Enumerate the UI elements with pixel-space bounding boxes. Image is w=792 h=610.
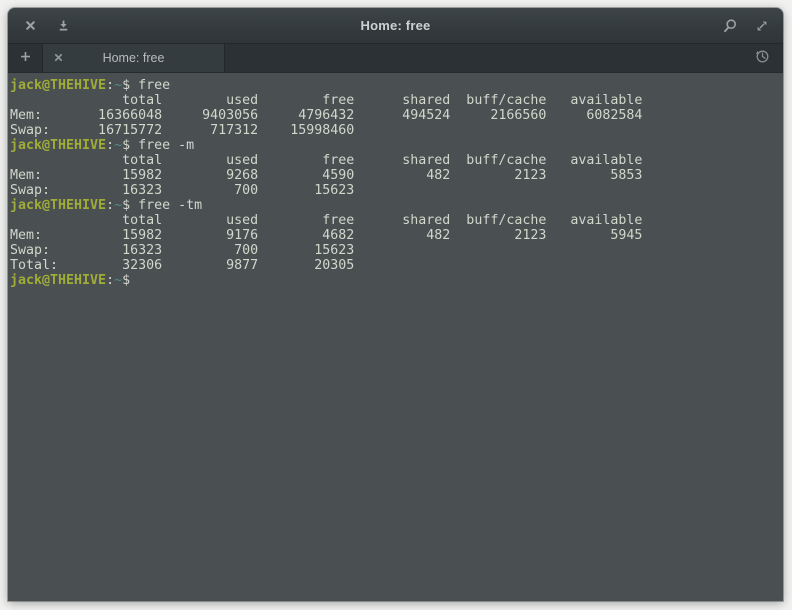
command-text: free	[138, 78, 170, 93]
window-title: Home: free	[8, 18, 783, 33]
prompt-symbol: $	[122, 78, 130, 93]
prompt-path: ~	[114, 78, 122, 93]
prompt-user-host: jack@THEHIVE	[10, 198, 106, 213]
minimize-icon	[57, 19, 70, 32]
tab-close-button[interactable]	[50, 50, 66, 66]
history-icon	[754, 48, 771, 68]
command-text: free -m	[138, 138, 194, 153]
prompt-separator: :	[106, 198, 114, 213]
output-line: total used free shared buff/cache availa…	[10, 213, 783, 228]
tab-label: Home: free	[43, 51, 224, 65]
desktop-background: Home: free	[0, 0, 792, 610]
output-line: Mem: 15982 9176 4682 482 2123 5945	[10, 228, 783, 243]
output-line: Mem: 16366048 9403056 4796432 494524 216…	[10, 108, 783, 123]
maximize-button[interactable]	[754, 18, 770, 34]
prompt-separator: :	[106, 273, 114, 288]
prompt-user-host: jack@THEHIVE	[10, 78, 106, 93]
tab-home-free[interactable]: Home: free	[42, 44, 225, 72]
window-close-button[interactable]	[22, 18, 38, 34]
output-line: Total: 32306 9877 20305	[10, 258, 783, 273]
plus-icon	[19, 50, 32, 66]
prompt-separator: :	[106, 138, 114, 153]
prompt-symbol: $	[122, 198, 130, 213]
close-icon	[24, 19, 37, 32]
prompt-line: jack@THEHIVE:~$ free -m	[10, 138, 783, 153]
prompt-line: jack@THEHIVE:~$	[10, 273, 783, 288]
output-line: Swap: 16323 700 15623	[10, 243, 783, 258]
titlebar[interactable]: Home: free	[8, 8, 783, 44]
prompt-symbol: $	[122, 138, 130, 153]
terminal-window: Home: free	[8, 8, 783, 601]
search-button[interactable]	[722, 18, 738, 34]
prompt-path: ~	[114, 273, 122, 288]
prompt-line: jack@THEHIVE:~$ free -tm	[10, 198, 783, 213]
command-text: free -tm	[138, 198, 202, 213]
titlebar-left-controls	[8, 18, 71, 34]
prompt-path: ~	[114, 198, 122, 213]
terminal-output-area[interactable]: jack@THEHIVE:~$free total used free shar…	[8, 74, 783, 601]
output-line: Mem: 15982 9268 4590 482 2123 5853	[10, 168, 783, 183]
prompt-symbol: $	[122, 273, 130, 288]
prompt-path: ~	[114, 138, 122, 153]
prompt-user-host: jack@THEHIVE	[10, 273, 106, 288]
window-minimize-button[interactable]	[55, 18, 71, 34]
prompt-separator: :	[106, 78, 114, 93]
new-tab-button[interactable]	[8, 44, 42, 72]
history-button[interactable]	[741, 44, 783, 72]
prompt-line: jack@THEHIVE:~$ free	[10, 78, 783, 93]
tabbar-empty-space	[225, 44, 741, 72]
output-line: total used free shared buff/cache availa…	[10, 153, 783, 168]
output-line: Swap: 16323 700 15623	[10, 183, 783, 198]
output-line: Swap: 16715772 717312 15998460	[10, 123, 783, 138]
expand-icon	[755, 19, 769, 33]
tab-bar: Home: free	[8, 44, 783, 73]
titlebar-right-controls	[722, 18, 783, 34]
prompt-user-host: jack@THEHIVE	[10, 138, 106, 153]
output-line: total used free shared buff/cache availa…	[10, 93, 783, 108]
tab-close-icon	[53, 51, 64, 66]
search-icon	[722, 18, 738, 34]
